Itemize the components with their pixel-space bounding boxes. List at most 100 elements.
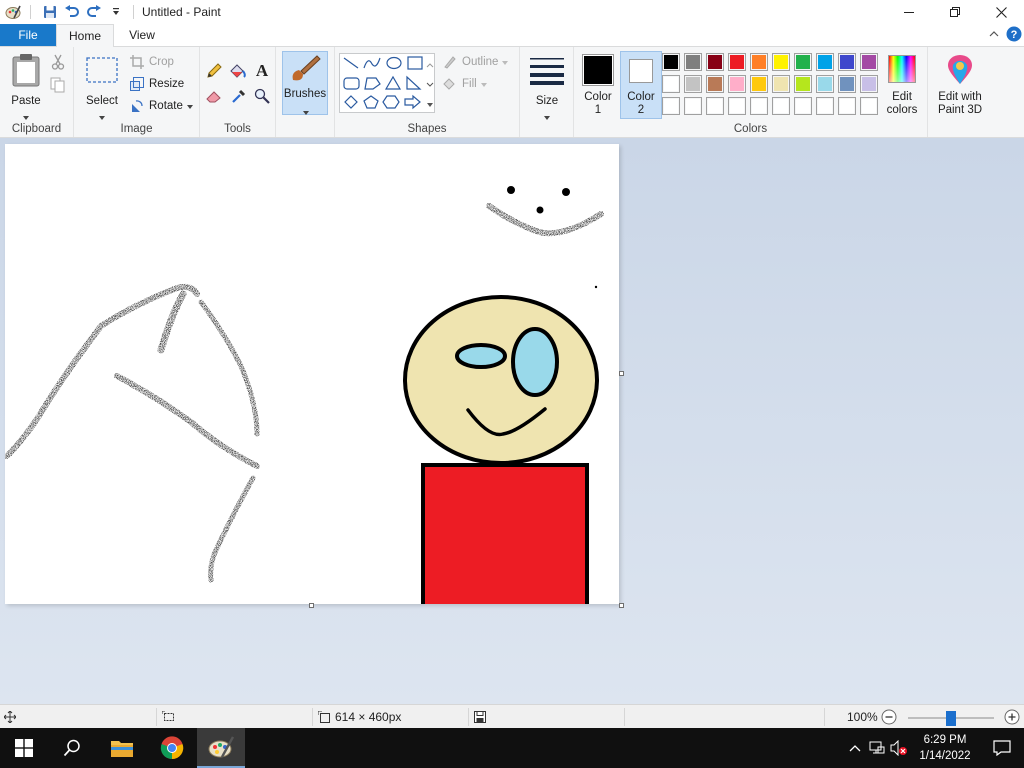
palette-swatch[interactable] xyxy=(662,75,680,93)
zoom-in-button[interactable] xyxy=(1004,705,1020,729)
palette-swatch[interactable] xyxy=(838,53,856,71)
palette-swatch[interactable] xyxy=(838,75,856,93)
drawing-canvas[interactable] xyxy=(5,144,619,604)
network-icon[interactable] xyxy=(866,741,888,755)
triangle-shape-icon[interactable] xyxy=(384,75,402,90)
oval-shape-icon[interactable] xyxy=(386,56,402,70)
palette-swatch[interactable] xyxy=(684,53,702,71)
edit-with-paint3d-button[interactable]: Edit with Paint 3D xyxy=(932,51,988,119)
magnifier-icon[interactable] xyxy=(254,88,270,107)
palette-swatch[interactable] xyxy=(794,97,812,115)
resize-handle-right[interactable] xyxy=(619,371,624,376)
paste-button[interactable]: Paste xyxy=(6,51,46,120)
undo-icon[interactable] xyxy=(61,1,83,23)
resize-handle-corner[interactable] xyxy=(619,603,624,608)
palette-swatch[interactable] xyxy=(860,97,878,115)
color2-button[interactable]: Color 2 xyxy=(620,51,662,119)
palette-swatch[interactable] xyxy=(860,75,878,93)
rounded-rectangle-shape-icon[interactable] xyxy=(343,77,360,90)
redo-icon[interactable] xyxy=(83,1,105,23)
size-dropdown-icon[interactable] xyxy=(544,109,550,123)
palette-swatch[interactable] xyxy=(728,75,746,93)
start-button[interactable] xyxy=(0,728,48,768)
collapse-ribbon-icon[interactable] xyxy=(986,26,1002,42)
palette-swatch[interactable] xyxy=(772,53,790,71)
tab-home[interactable]: Home xyxy=(56,24,114,47)
cut-icon[interactable] xyxy=(50,54,66,73)
select-button[interactable]: Select xyxy=(82,51,122,120)
palette-swatch[interactable] xyxy=(684,75,702,93)
zoom-slider-thumb[interactable] xyxy=(946,711,956,726)
minimize-button[interactable] xyxy=(886,0,932,24)
volume-muted-icon[interactable] xyxy=(888,740,910,756)
tab-file[interactable]: File xyxy=(0,24,56,46)
resize-button[interactable]: Resize xyxy=(128,73,184,95)
outline-button[interactable]: Outline xyxy=(441,51,509,73)
zoom-out-button[interactable] xyxy=(881,705,897,729)
palette-swatch[interactable] xyxy=(706,97,724,115)
palette-swatch[interactable] xyxy=(794,75,812,93)
edit-colors-button[interactable]: Edit colors xyxy=(882,51,922,119)
brushes-button[interactable]: Brushes xyxy=(282,51,328,115)
text-tool-icon[interactable]: A xyxy=(254,61,270,81)
palette-swatch[interactable] xyxy=(816,53,834,71)
palette-swatch[interactable] xyxy=(684,97,702,115)
palette-swatch[interactable] xyxy=(750,53,768,71)
color-picker-icon[interactable] xyxy=(231,88,247,107)
palette-swatch[interactable] xyxy=(750,97,768,115)
rotate-dropdown-icon[interactable] xyxy=(186,100,193,112)
crop-button[interactable]: Crop xyxy=(128,51,174,73)
palette-swatch[interactable] xyxy=(794,53,812,71)
clock[interactable]: 6:29 PM 1/14/2022 xyxy=(910,732,980,764)
brushes-dropdown-icon[interactable] xyxy=(303,104,309,118)
hexagon-shape-icon[interactable] xyxy=(382,95,400,109)
action-center-button[interactable] xyxy=(980,740,1024,756)
diamond-shape-icon[interactable] xyxy=(344,95,358,109)
polygon-shape-icon[interactable] xyxy=(364,77,381,90)
arrow-shape-icon[interactable] xyxy=(404,94,421,110)
file-explorer-button[interactable] xyxy=(98,728,146,768)
palette-swatch[interactable] xyxy=(750,75,768,93)
palette-swatch[interactable] xyxy=(728,97,746,115)
chrome-button[interactable] xyxy=(148,728,196,768)
fill-bucket-icon[interactable] xyxy=(229,63,247,82)
palette-swatch[interactable] xyxy=(772,75,790,93)
rotate-button[interactable]: Rotate xyxy=(128,95,193,117)
save-icon[interactable] xyxy=(39,1,61,23)
paint-app-icon[interactable] xyxy=(2,1,24,23)
copy-icon[interactable] xyxy=(50,77,66,96)
customize-toolbar-icon[interactable] xyxy=(105,1,127,23)
help-icon[interactable]: ? xyxy=(1006,26,1022,42)
paste-dropdown-icon[interactable] xyxy=(23,109,29,123)
palette-swatch[interactable] xyxy=(662,53,680,71)
pencil-icon[interactable] xyxy=(206,63,222,82)
fill-button[interactable]: Fill xyxy=(441,73,487,95)
curve-shape-icon[interactable] xyxy=(363,57,381,69)
paint-taskbar-button[interactable] xyxy=(197,728,245,768)
maximize-button[interactable] xyxy=(932,0,978,24)
resize-handle-bottom[interactable] xyxy=(309,603,314,608)
search-button[interactable] xyxy=(48,728,96,768)
palette-swatch[interactable] xyxy=(816,75,834,93)
line-shape-icon[interactable] xyxy=(343,57,359,69)
tab-view[interactable]: View xyxy=(116,24,168,46)
rectangle-shape-icon[interactable] xyxy=(407,56,423,70)
palette-swatch[interactable] xyxy=(706,75,724,93)
close-button[interactable] xyxy=(978,0,1024,24)
palette-swatch[interactable] xyxy=(728,53,746,71)
size-button[interactable]: Size xyxy=(526,51,568,120)
shapes-scroll[interactable] xyxy=(425,53,435,113)
palette-swatch[interactable] xyxy=(772,97,790,115)
eraser-icon[interactable] xyxy=(206,89,222,106)
pentagon-shape-icon[interactable] xyxy=(363,95,379,109)
workspace[interactable] xyxy=(0,138,1024,704)
palette-swatch[interactable] xyxy=(706,53,724,71)
palette-swatch[interactable] xyxy=(816,97,834,115)
palette-swatch[interactable] xyxy=(838,97,856,115)
color1-button[interactable]: Color 1 xyxy=(578,51,618,119)
select-dropdown-icon[interactable] xyxy=(99,109,105,123)
palette-swatch[interactable] xyxy=(662,97,680,115)
show-hidden-icons-button[interactable] xyxy=(844,744,866,752)
palette-swatch[interactable] xyxy=(860,53,878,71)
zoom-slider[interactable] xyxy=(908,711,994,726)
